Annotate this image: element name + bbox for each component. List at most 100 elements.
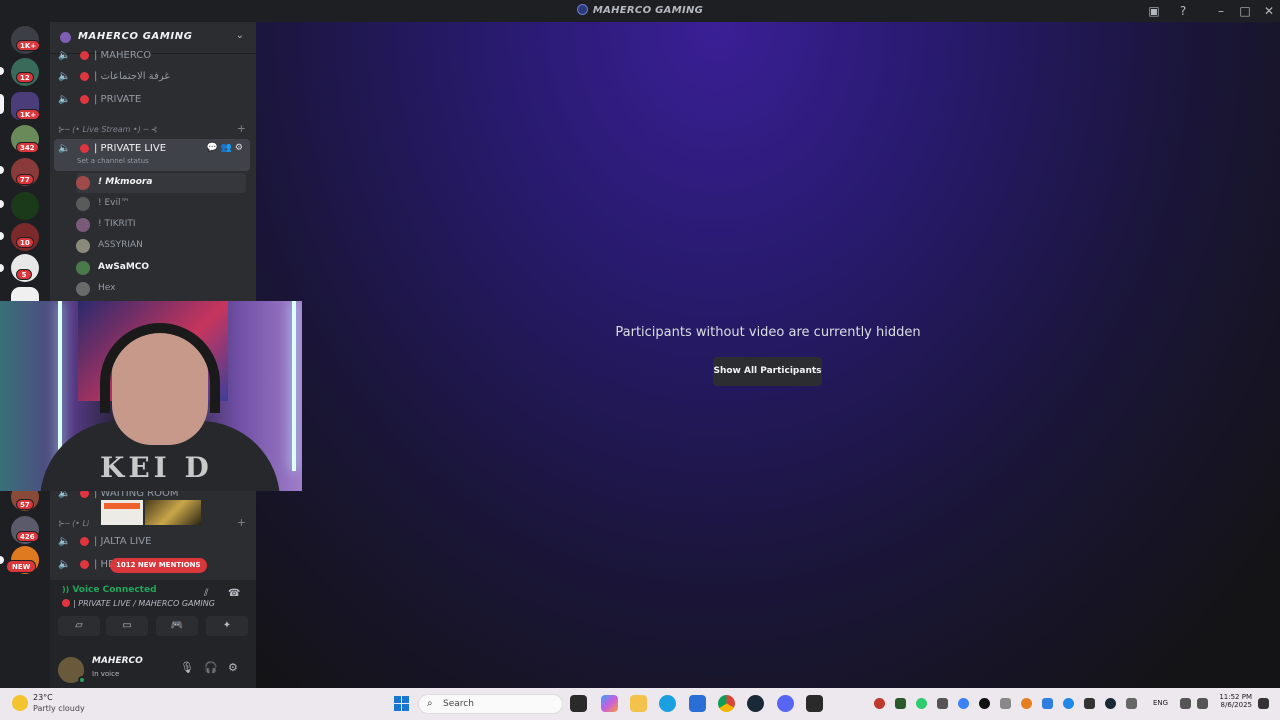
chrome-icon[interactable] <box>718 695 735 712</box>
window-title-text: MAHERCO GAMING <box>592 5 704 16</box>
live-dot-icon <box>62 599 70 607</box>
username: ! Mkmoora <box>98 177 153 187</box>
search-placeholder: Search <box>443 699 474 709</box>
steam-tray-icon[interactable] <box>1105 698 1116 709</box>
avatar <box>76 176 90 190</box>
server-name: MAHERCO GAMING <box>78 31 193 42</box>
steam-icon[interactable] <box>747 695 764 712</box>
new-servers-badge[interactable]: NEW <box>6 560 37 573</box>
microphone-tray-icon[interactable] <box>1126 698 1137 709</box>
camera-off-icon[interactable]: ▱ <box>58 616 100 636</box>
tray-app-icon[interactable] <box>895 698 906 709</box>
username: Hex <box>98 283 116 293</box>
close-icon[interactable]: ✕ <box>1261 3 1277 19</box>
voice-channel[interactable]: 🔈 | JALTA LIVE <box>54 532 250 552</box>
light-bar <box>292 301 296 471</box>
tray-app-icon[interactable] <box>979 698 990 709</box>
category-live-stream[interactable]: ⊱─ (• Live Stream •) ─ ⊰ <box>58 125 157 134</box>
network-icon[interactable] <box>1180 698 1191 709</box>
voice-connected-status[interactable]: )) Voice Connected <box>62 585 157 595</box>
voice-user[interactable]: ASSYRIAN <box>76 236 246 256</box>
voice-channel[interactable]: 🔈 | MAHERCO <box>54 46 250 66</box>
tray-app-icon[interactable] <box>937 698 948 709</box>
discord-icon[interactable] <box>777 695 794 712</box>
tray-app-icon[interactable] <box>1021 698 1032 709</box>
voice-user[interactable]: ! Evil™ <box>76 194 246 214</box>
sponsor-logo <box>101 500 143 525</box>
voice-user[interactable]: AwSaMCO <box>76 258 246 278</box>
settings-gear-icon[interactable]: ⚙ <box>228 661 238 674</box>
notification-icon[interactable] <box>1258 698 1269 709</box>
system-clock[interactable]: 11:52 PM 8/6/2025 <box>1216 693 1252 709</box>
avatar <box>76 197 90 211</box>
add-channel-icon[interactable]: + <box>237 122 246 135</box>
weather-condition: Partly cloudy <box>33 704 85 713</box>
sponsor-image <box>145 500 201 525</box>
speaker-icon: 🔈 <box>58 71 71 82</box>
activity-icon[interactable]: 🎮 <box>156 616 198 636</box>
channel-label: | JALTA LIVE <box>94 536 152 547</box>
channel-label: | غرفة الاجتماعات <box>94 71 170 82</box>
voice-user[interactable]: ! Mkmoora <box>76 173 246 193</box>
file-explorer-icon[interactable] <box>630 695 647 712</box>
volume-icon[interactable] <box>1197 698 1208 709</box>
online-status-icon <box>78 676 86 684</box>
tray-app-icon[interactable] <box>874 698 885 709</box>
voice-channel[interactable]: 🔈 | PRIVATE <box>54 90 250 110</box>
microphone-icon[interactable]: 🎙 <box>180 661 194 674</box>
windows-start-icon[interactable] <box>394 696 410 712</box>
voice-channel-info[interactable]: | PRIVATE LIVE / MAHERCO GAMING <box>62 599 215 608</box>
windows-taskbar: 23°C Partly cloudy ⌕ Search ENG 11:52 PM… <box>0 688 1280 720</box>
voice-channel-active[interactable]: 🔈 | PRIVATE LIVE Set a channel status 💬👥… <box>54 139 250 171</box>
category-live-stream-2[interactable]: ⊱─ (• Li <box>58 519 89 528</box>
taskbar-search[interactable]: ⌕ Search <box>418 694 563 714</box>
voice-user[interactable]: ! TIKRITI <box>76 215 246 235</box>
server-badge: 1K+ <box>16 109 41 120</box>
disconnect-icon[interactable]: ☎ <box>228 588 240 599</box>
tray-app-icon[interactable] <box>958 698 969 709</box>
edge-icon[interactable] <box>659 695 676 712</box>
copilot-icon[interactable] <box>601 695 618 712</box>
server-icon[interactable] <box>11 192 39 220</box>
channel-actions[interactable]: 💬👥⚙ <box>207 143 246 153</box>
help-icon[interactable]: ? <box>1175 3 1191 19</box>
headphones-icon[interactable]: 🎧 <box>204 661 218 674</box>
minimize-icon[interactable]: – <box>1213 3 1229 19</box>
inbox-icon[interactable]: ▣ <box>1146 3 1162 19</box>
language-indicator[interactable]: ENG <box>1153 699 1168 707</box>
tray-app-icon[interactable] <box>1084 698 1095 709</box>
speaker-icon: 🔈 <box>58 143 71 154</box>
unread-pill <box>0 232 4 240</box>
soundboard-icon[interactable]: ✦ <box>206 616 248 636</box>
maximize-icon[interactable]: □ <box>1237 3 1253 19</box>
voice-stage: Participants without video are currently… <box>256 22 1280 688</box>
new-mentions-pill[interactable]: 1012 NEW MENTIONS <box>110 558 207 573</box>
epic-games-icon[interactable] <box>806 695 823 712</box>
server-badge: 1K+ <box>16 40 41 51</box>
noise-suppression-icon[interactable]: ⫽ <box>204 588 208 599</box>
speaker-icon: 🔈 <box>58 536 71 547</box>
chevron-down-icon[interactable]: ⌄ <box>236 30 244 41</box>
speaker-icon: 🔈 <box>58 559 71 570</box>
avatar <box>76 239 90 253</box>
clock-date: 8/6/2025 <box>1220 701 1252 709</box>
voice-user[interactable]: Hex <box>76 279 246 299</box>
tray-app-icon[interactable] <box>916 698 927 709</box>
bluetooth-icon[interactable] <box>1063 698 1074 709</box>
tray-app-icon[interactable] <box>1042 698 1053 709</box>
screen-share-icon[interactable]: ▭ <box>106 616 148 636</box>
server-badge: 342 <box>16 142 39 153</box>
channel-status[interactable]: Set a channel status <box>77 157 149 165</box>
title-bar: MAHERCO GAMING ▣ ? – □ ✕ <box>0 0 1280 22</box>
show-all-participants-button[interactable]: Show All Participants <box>713 357 822 386</box>
server-badge: 5 <box>16 269 32 280</box>
tray-app-icon[interactable] <box>1000 698 1011 709</box>
add-channel-icon[interactable]: + <box>237 516 246 529</box>
shirt-print: KEI D <box>100 451 213 484</box>
username: ASSYRIAN <box>98 240 143 250</box>
clock-time: 11:52 PM <box>1219 693 1252 701</box>
task-view-icon[interactable] <box>570 695 587 712</box>
voice-channel[interactable]: 🔈 | غرفة الاجتماعات <box>54 67 250 87</box>
store-icon[interactable] <box>689 695 706 712</box>
channel-label: | PRIVATE LIVE <box>94 143 167 154</box>
